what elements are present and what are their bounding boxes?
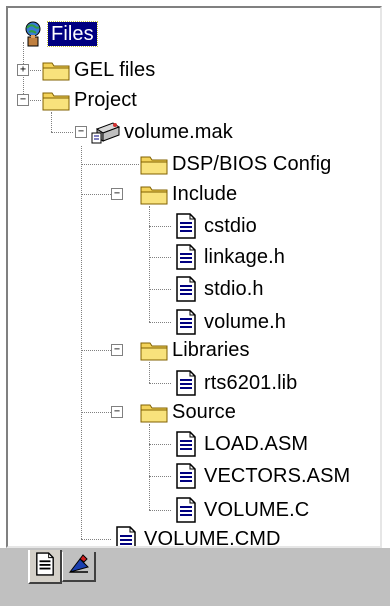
tree-item-label: Project bbox=[74, 89, 137, 111]
tree-item-project[interactable]: Project bbox=[41, 85, 140, 115]
tree-item-label: VOLUME.CMD bbox=[144, 528, 281, 548]
tree-line bbox=[81, 164, 139, 165]
collapse-source-button[interactable]: − bbox=[111, 406, 123, 418]
tree-line bbox=[149, 362, 150, 383]
file-view-panel: + − − − − − Files GEL files Project volu… bbox=[6, 6, 382, 548]
tree-item-files-root[interactable]: Files bbox=[18, 19, 98, 49]
tree-line bbox=[149, 424, 150, 510]
tree-item-label: GEL files bbox=[74, 59, 156, 81]
tree-item-label: Source bbox=[172, 401, 236, 423]
tree-line bbox=[51, 132, 73, 133]
tree-line bbox=[149, 383, 171, 384]
document-icon bbox=[171, 430, 201, 458]
tree-item-dsp-bios-config[interactable]: DSP/BIOS Config bbox=[139, 149, 334, 179]
tree-line bbox=[149, 510, 171, 511]
project-tree: + − − − − − Files GEL files Project volu… bbox=[8, 8, 380, 546]
tree-line bbox=[149, 257, 171, 258]
globe-user-icon bbox=[18, 20, 48, 48]
tree-item-source[interactable]: Source bbox=[139, 397, 239, 427]
tree-line bbox=[149, 322, 171, 323]
document-icon bbox=[171, 243, 201, 271]
tree-item-volume-h[interactable]: volume.h bbox=[171, 307, 289, 337]
document-icon bbox=[171, 462, 201, 490]
tree-line bbox=[81, 539, 111, 540]
tab-bios-view[interactable] bbox=[62, 552, 96, 582]
collapse-libraries-button[interactable]: − bbox=[111, 344, 123, 356]
tree-item-label: Include bbox=[172, 183, 238, 205]
document-icon bbox=[171, 275, 201, 303]
tree-item-cstdio[interactable]: cstdio bbox=[171, 211, 260, 241]
tab-file-view[interactable] bbox=[28, 550, 62, 584]
tree-item-label: VECTORS.ASM bbox=[204, 465, 351, 487]
tree-item-linkage-h[interactable]: linkage.h bbox=[171, 242, 288, 272]
document-icon bbox=[171, 369, 201, 397]
tree-item-vectors-asm[interactable]: VECTORS.ASM bbox=[171, 461, 353, 491]
project-file-icon bbox=[91, 118, 121, 146]
collapse-project-button[interactable]: − bbox=[17, 94, 29, 106]
folder-icon bbox=[41, 56, 71, 84]
folder-open-icon bbox=[41, 86, 71, 114]
tree-line bbox=[81, 146, 82, 539]
collapse-include-button[interactable]: − bbox=[111, 188, 123, 200]
view-tab-bar bbox=[0, 548, 390, 606]
document-icon bbox=[171, 212, 201, 240]
tree-item-label: stdio.h bbox=[204, 278, 264, 300]
expand-gel-files-button[interactable]: + bbox=[17, 64, 29, 76]
tree-line bbox=[149, 226, 171, 227]
tree-item-label: DSP/BIOS Config bbox=[172, 153, 332, 175]
tree-item-label: linkage.h bbox=[204, 246, 285, 268]
tree-item-include[interactable]: Include bbox=[139, 179, 240, 209]
tree-item-label: cstdio bbox=[204, 215, 257, 237]
tree-item-libraries[interactable]: Libraries bbox=[139, 335, 253, 365]
document-icon bbox=[171, 308, 201, 336]
tree-line bbox=[51, 112, 52, 132]
document-icon bbox=[171, 496, 201, 524]
tree-item-label: Files bbox=[47, 21, 98, 47]
collapse-volume-mak-button[interactable]: − bbox=[75, 126, 87, 138]
tree-line bbox=[149, 476, 171, 477]
tree-item-load-asm[interactable]: LOAD.ASM bbox=[171, 429, 311, 459]
tree-line bbox=[149, 206, 150, 322]
document-icon bbox=[111, 525, 141, 546]
tree-item-rts6201-lib[interactable]: rts6201.lib bbox=[171, 368, 300, 398]
folder-open-icon bbox=[139, 398, 169, 426]
tree-line bbox=[149, 289, 171, 290]
tree-item-volume-cmd[interactable]: VOLUME.CMD bbox=[111, 524, 284, 548]
tree-item-label: VOLUME.C bbox=[204, 499, 310, 521]
tree-item-volume-c[interactable]: VOLUME.C bbox=[171, 495, 312, 525]
tree-line bbox=[81, 194, 111, 195]
tree-item-label: volume.h bbox=[204, 311, 286, 333]
folder-open-icon bbox=[139, 180, 169, 208]
folder-open-icon bbox=[139, 336, 169, 364]
tree-line bbox=[81, 350, 111, 351]
tree-line bbox=[149, 444, 171, 445]
tree-item-label: LOAD.ASM bbox=[204, 433, 309, 455]
tree-item-label: volume.mak bbox=[124, 121, 233, 143]
tree-item-gel-files[interactable]: GEL files bbox=[41, 55, 158, 85]
tree-item-volume-mak[interactable]: volume.mak bbox=[91, 117, 236, 147]
bios-view-icon bbox=[67, 553, 91, 580]
tree-item-label: rts6201.lib bbox=[204, 372, 298, 394]
file-view-icon bbox=[35, 551, 55, 581]
tree-item-label: Libraries bbox=[172, 339, 250, 361]
tree-item-stdio-h[interactable]: stdio.h bbox=[171, 274, 267, 304]
tree-line bbox=[81, 412, 111, 413]
folder-icon bbox=[139, 150, 169, 178]
